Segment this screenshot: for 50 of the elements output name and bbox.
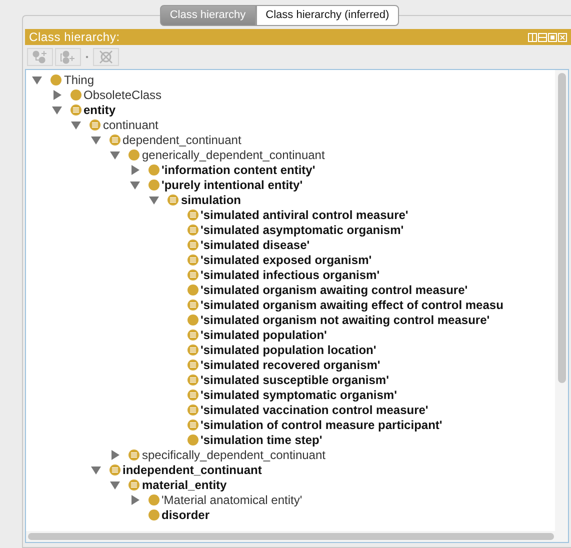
class-label[interactable]: entity xyxy=(84,102,116,116)
collapse-arrow-icon[interactable] xyxy=(90,464,100,474)
class-label[interactable]: 'simulated vaccination control measure' xyxy=(200,402,428,416)
class-label[interactable]: 'simulated asymptomatic organism' xyxy=(200,222,404,236)
class-label[interactable]: 'simulated infectious organism' xyxy=(200,268,380,282)
class-label[interactable]: simulation xyxy=(181,192,242,206)
class-label[interactable]: 'purely intentional entity' xyxy=(162,178,303,192)
class-label[interactable]: 'Material anatomical entity' xyxy=(162,492,302,506)
class-label[interactable]: 'simulated susceptible organism' xyxy=(200,372,389,386)
class-label[interactable]: 'simulated population' xyxy=(200,328,327,342)
expand-arrow-icon[interactable] xyxy=(110,450,120,460)
class-label[interactable]: continuant xyxy=(103,118,158,132)
class-label[interactable]: dependent_continuant xyxy=(122,132,242,146)
class-label[interactable]: 'simulated antiviral control measure' xyxy=(200,208,408,222)
class-label[interactable]: 'simulated organism not awaiting control measure' xyxy=(200,312,490,326)
class-label[interactable]: 'simulated symptomatic organism' xyxy=(200,388,397,402)
class-label[interactable]: 'simulation of control measure participant' xyxy=(200,418,442,432)
class-label[interactable]: 'simulated population location' xyxy=(200,342,376,356)
scrollbar-thumb[interactable] xyxy=(558,73,566,383)
class-label[interactable]: generically_dependent_continuant xyxy=(142,148,325,162)
panel-title: Class hierarchy: xyxy=(29,30,120,44)
collapse-arrow-icon[interactable] xyxy=(71,120,81,130)
class-label[interactable]: 'simulated exposed organism' xyxy=(200,252,372,266)
collapse-arrow-icon[interactable] xyxy=(90,134,100,144)
collapse-arrow-icon[interactable] xyxy=(130,180,140,190)
scrollbar-thumb[interactable] xyxy=(28,533,554,540)
class-label[interactable]: disorder xyxy=(162,508,210,522)
expand-arrow-icon[interactable] xyxy=(52,90,62,100)
class-label[interactable]: ObsoleteClass xyxy=(84,88,162,102)
class-label[interactable]: specifically_dependent_continuant xyxy=(142,448,326,462)
expand-arrow-icon[interactable] xyxy=(130,164,140,174)
class-label[interactable]: 'simulated organism awaiting control measure' xyxy=(200,282,468,296)
class-label[interactable]: 'simulated recovered organism' xyxy=(200,358,380,372)
collapse-arrow-icon[interactable] xyxy=(110,480,120,490)
class-label[interactable]: 'simulated disease' xyxy=(200,238,310,252)
class-label[interactable]: material_entity xyxy=(142,478,227,492)
collapse-arrow-icon[interactable] xyxy=(149,194,159,204)
view-tab[interactable]: Class hierarchy (inferred) xyxy=(256,5,400,26)
collapse-arrow-icon[interactable] xyxy=(52,104,62,114)
add-sibling-icon xyxy=(60,50,76,64)
class-label[interactable]: independent_continuant xyxy=(122,462,262,476)
class-label[interactable]: 'simulated organism awaiting effect of control measu xyxy=(200,298,504,312)
collapse-arrow-icon[interactable] xyxy=(110,150,120,160)
delete-class-icon xyxy=(98,50,114,64)
class-label[interactable]: Thing xyxy=(64,72,94,86)
expand-arrow-icon[interactable] xyxy=(130,494,140,504)
collapse-arrow-icon[interactable] xyxy=(32,74,42,84)
class-label[interactable]: 'information content entity' xyxy=(162,162,316,176)
class-label[interactable]: 'simulation time step' xyxy=(200,432,322,446)
add-subclass-icon xyxy=(32,50,48,64)
